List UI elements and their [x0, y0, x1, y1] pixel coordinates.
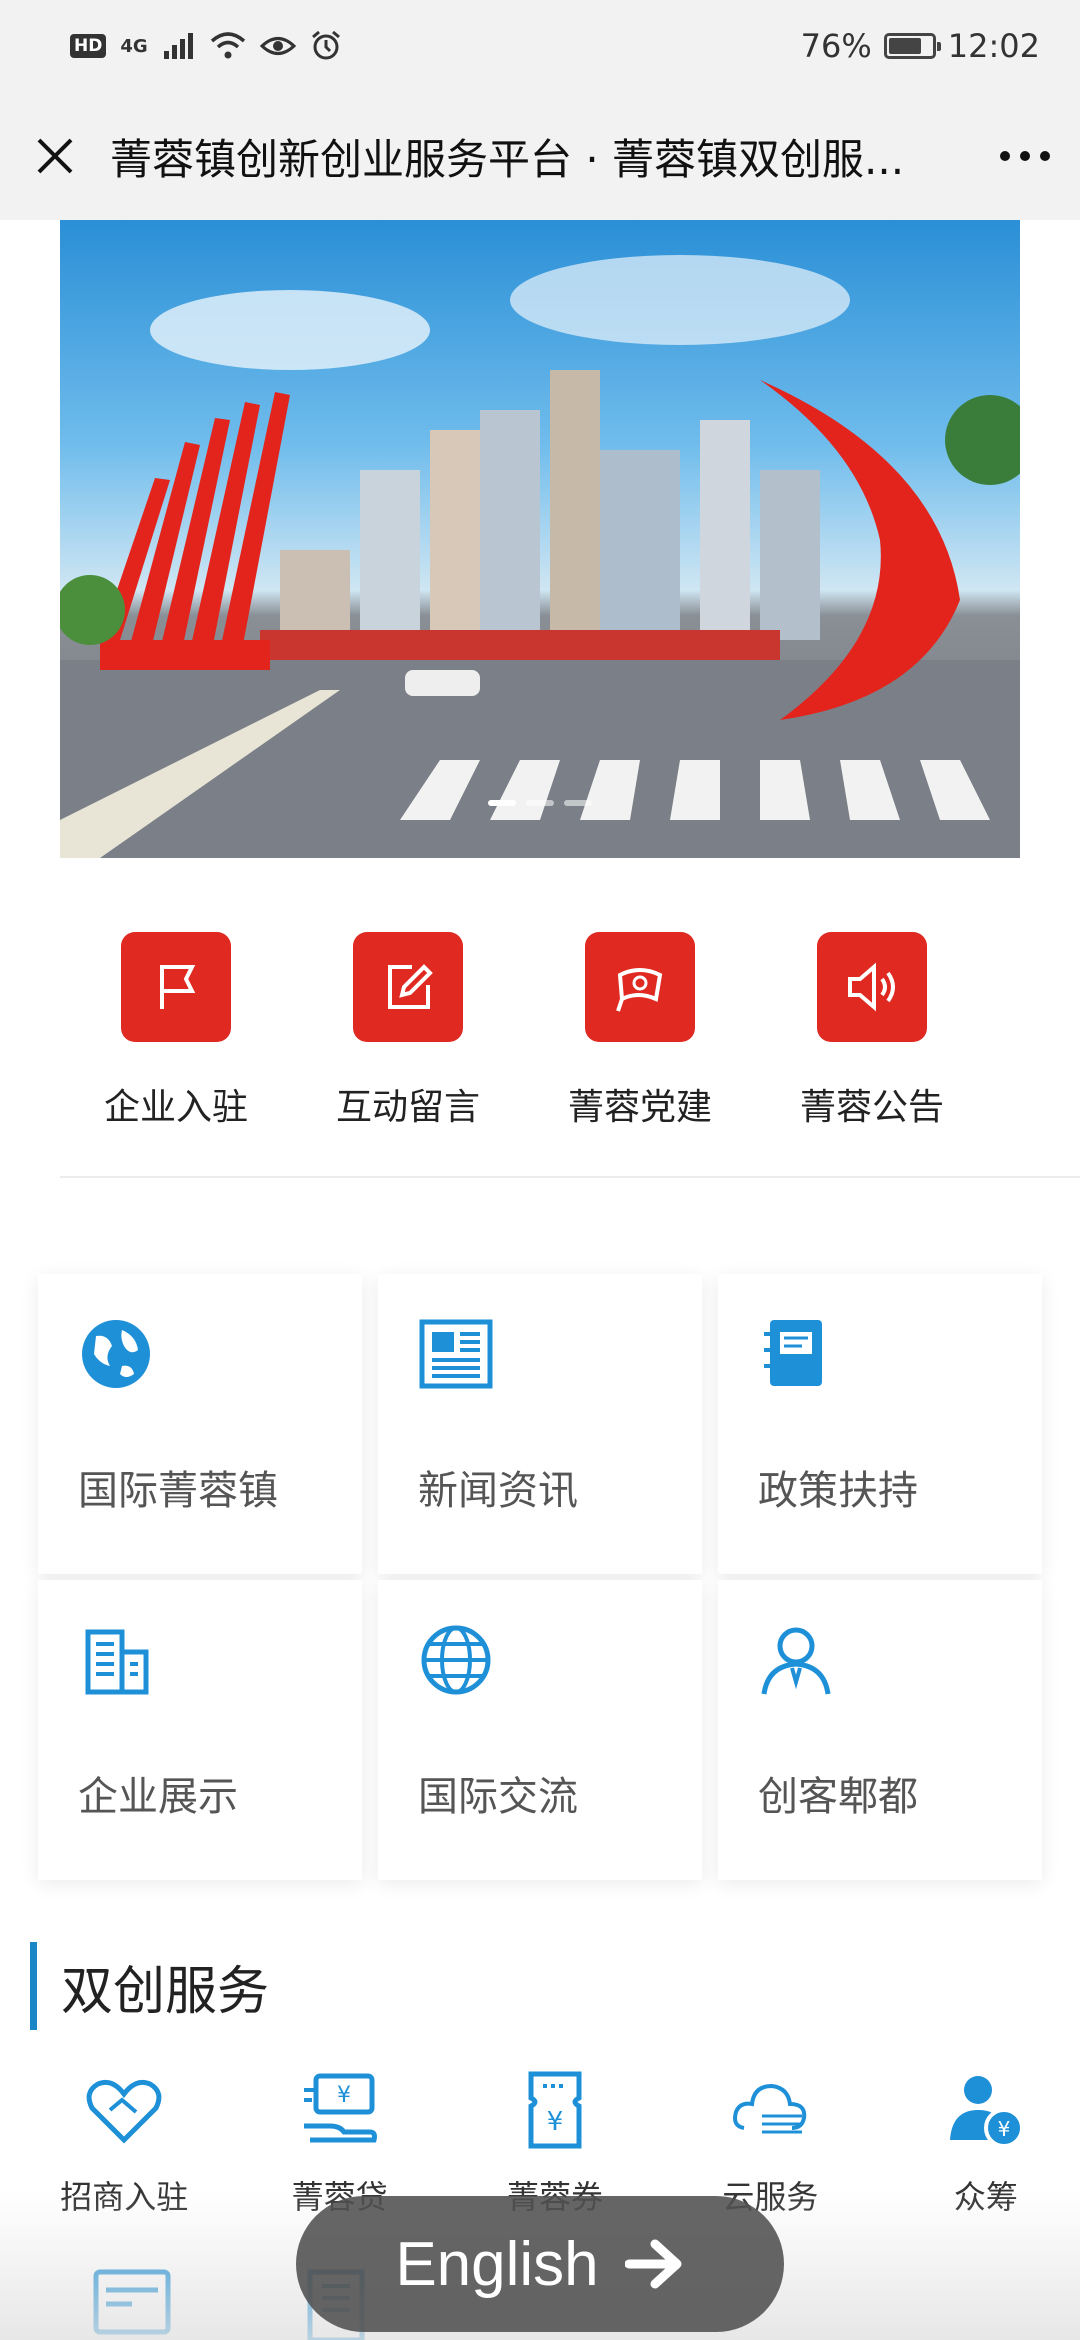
- svg-text:¥: ¥: [337, 2083, 351, 2108]
- notebook-icon: [764, 1320, 822, 1386]
- card-label: 国际菁蓉镇: [78, 1468, 278, 1514]
- person-icon: [761, 1627, 831, 1695]
- card-label: 政策扶持: [758, 1468, 918, 1514]
- card-policy[interactable]: 政策扶持: [718, 1274, 1042, 1574]
- card-label: 创客郫都: [758, 1774, 918, 1820]
- close-button[interactable]: [0, 92, 110, 220]
- eye-icon: [259, 37, 296, 55]
- card-maker-pidu[interactable]: 创客郫都: [718, 1580, 1042, 1880]
- svg-text:¥: ¥: [547, 2107, 564, 2137]
- carousel-dot[interactable]: [564, 800, 592, 806]
- carousel-dot[interactable]: [526, 800, 554, 806]
- section-title: 双创服务: [30, 1942, 269, 2030]
- globe-icon: [421, 1625, 491, 1695]
- network-label: 4G: [120, 35, 148, 57]
- card-international-exchange[interactable]: 国际交流: [378, 1580, 702, 1880]
- money-hand-icon: ¥: [303, 2073, 377, 2143]
- quick-item-label: 企业入驻: [103, 1087, 248, 1128]
- alarm-icon: [311, 30, 340, 60]
- party-flag-icon: [585, 932, 695, 1042]
- cloud-icon: [733, 2083, 807, 2134]
- status-left: HD 4G: [70, 30, 342, 62]
- quick-item-enterprise-entry[interactable]: 企业入驻: [60, 932, 292, 1130]
- crowdfunding-icon: ¥: [949, 2076, 1024, 2148]
- close-icon: [37, 138, 73, 174]
- newspaper-icon: [419, 1319, 493, 1389]
- card-news[interactable]: 新闻资讯: [378, 1274, 702, 1574]
- wifi-icon: [210, 32, 245, 59]
- quick-item-interactive-message[interactable]: 互动留言: [292, 932, 524, 1130]
- clock: 12:02: [947, 27, 1040, 65]
- more-icon: [1000, 151, 1050, 161]
- speaker-icon: [817, 932, 927, 1042]
- hd-badge: HD: [70, 34, 107, 58]
- title-bar: 菁蓉镇创新创业服务平台 · 菁蓉镇双创服...: [0, 92, 1080, 220]
- flag-icon: [121, 932, 231, 1042]
- quick-item-label: 菁蓉公告: [799, 1087, 944, 1128]
- card-label: 新闻资讯: [418, 1468, 578, 1514]
- coupon-icon: ¥: [528, 2071, 582, 2149]
- divider: [60, 1176, 1080, 1178]
- arrow-right-icon: [624, 2239, 682, 2289]
- english-label: English: [395, 2229, 599, 2299]
- quick-item-party-building[interactable]: 菁蓉党建: [524, 932, 756, 1130]
- quick-item-announcement[interactable]: 菁蓉公告: [756, 932, 988, 1130]
- english-button[interactable]: English: [296, 2196, 784, 2332]
- banner-image: [60, 255, 1020, 858]
- card-label: 企业展示: [78, 1774, 238, 1820]
- quick-menu: 企业入驻 互动留言 菁蓉党建 菁蓉公告: [60, 932, 1020, 1130]
- status-right: 76% 12:02: [801, 27, 1040, 65]
- building-icon: [85, 1629, 149, 1695]
- more-button[interactable]: [970, 92, 1080, 220]
- banner-carousel[interactable]: [60, 220, 1020, 858]
- card-enterprise-showcase[interactable]: 企业展示: [38, 1580, 362, 1880]
- battery-icon: [883, 33, 941, 59]
- status-bar: HD 4G 76% 12:02: [0, 0, 1080, 92]
- battery-percent: 76%: [800, 27, 872, 65]
- edit-icon: [353, 932, 463, 1042]
- handshake-heart-icon: [86, 2079, 162, 2144]
- quick-item-label: 互动留言: [335, 1087, 480, 1128]
- quick-item-label: 菁蓉党建: [567, 1087, 712, 1128]
- page-title: 菁蓉镇创新创业服务平台 · 菁蓉镇双创服...: [110, 134, 905, 184]
- earth-icon: [82, 1320, 150, 1388]
- card-international-town[interactable]: 国际菁蓉镇: [38, 1274, 362, 1574]
- svg-text:¥: ¥: [997, 2117, 1010, 2141]
- carousel-dot[interactable]: [488, 800, 516, 806]
- card-label: 国际交流: [418, 1774, 578, 1820]
- signal-icon: [163, 33, 193, 59]
- carousel-dots: [60, 800, 1020, 806]
